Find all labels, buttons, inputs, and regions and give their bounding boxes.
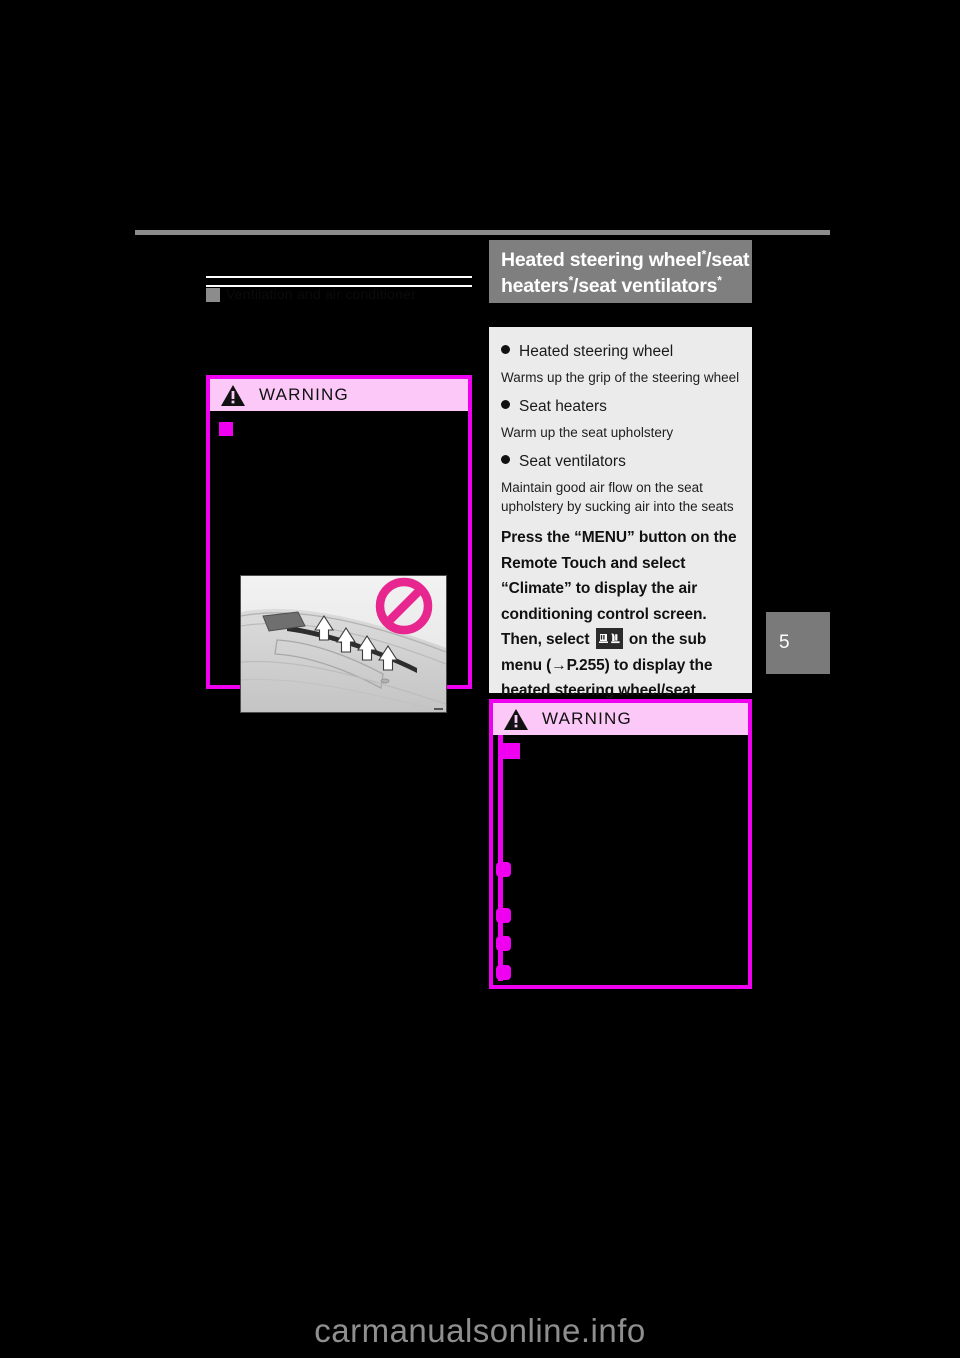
warning-bullet-square [219,422,233,436]
feature-description: Maintain good air flow on the seat uphol… [501,480,734,514]
warning-header-right: WARNING [493,703,748,735]
warning-bullet-round [496,965,511,980]
warning-bullet-round [496,908,511,923]
warning-box-right: WARNING [489,699,752,989]
section-title-line-1: Heated steering wheel*/seat [501,247,750,273]
warning-body-left [210,411,468,713]
feature-content-panel: Heated steering wheel Warms up the grip … [489,327,752,750]
heading-rule-upper [206,276,472,278]
warning-bullet-round [496,862,511,877]
warning-body-right [493,735,748,985]
warning-triangle-icon [221,384,245,406]
warning-header-left: WARNING [210,379,468,411]
dashboard-air-outlet-illustration [240,575,447,713]
section-title-text-1: Heated steering wheel [501,249,702,271]
bullet-dot-icon [501,400,510,409]
section-title-line-2: heaters*/seat ventilators* [501,273,742,299]
warning-triangle-icon [504,708,528,730]
feature-name: Heated steering wheel [519,343,674,360]
illustration-tick [434,708,443,710]
feature-name: Seat ventilators [519,453,626,470]
warning-bullet-round [496,936,511,951]
section-title-block: Heated steering wheel*/seat heaters*/sea… [489,240,752,303]
square-marker-icon [206,288,220,302]
warning-box-left: WARNING [206,375,472,713]
section-title-tail-1: /seat [706,249,750,271]
section-title-tail-2: /seat ventilators [573,275,718,297]
section-title-text-2: heaters [501,275,569,297]
feature-item: Heated steering wheel [501,341,741,362]
left-column: Ventilation and air conditioner [206,272,472,306]
site-watermark: carmanualsonline.info [314,1312,646,1349]
section-title-asterisk-3: * [717,273,722,288]
feature-description: Warms up the grip of the steering wheel [501,370,740,385]
manual-page: 5 Ventilation and air conditioner WARNIN… [0,0,960,1358]
warning-label-right: WARNING [542,709,632,728]
feature-item: Seat heaters [501,396,741,417]
bullet-dot-icon [501,455,510,464]
seat-heater-ventilator-icon [595,628,623,649]
feature-description: Warm up the seat upholstery [501,425,674,440]
warning-bullet-square [498,743,520,759]
page-top-rule [135,230,830,235]
illustration-svg [241,576,446,712]
section-heading-label: Ventilation and air conditioner [226,286,416,302]
feature-item: Seat ventilators [501,451,741,472]
section-heading-redacted: Ventilation and air conditioner [206,272,472,306]
feature-name: Seat heaters [519,398,607,415]
bullet-dot-icon [501,345,510,354]
chapter-tab: 5 [766,612,830,674]
warning-label-left: WARNING [259,385,349,404]
